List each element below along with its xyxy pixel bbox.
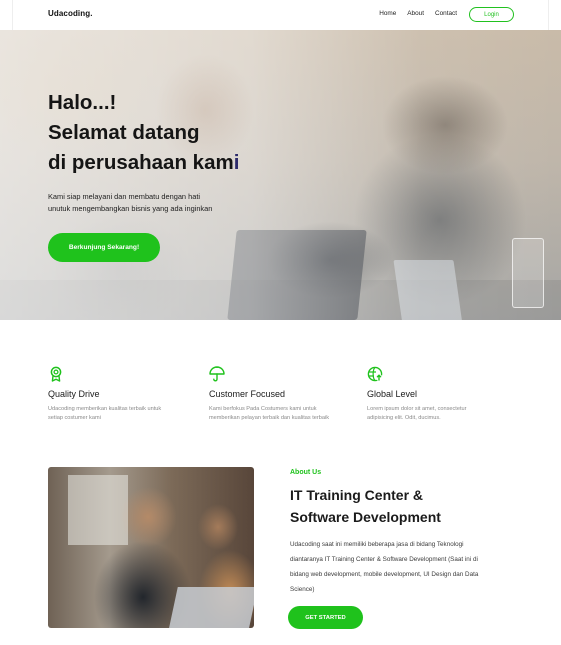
feature-customer-focused: Customer Focused Kami berfokus Pada Cost…: [209, 366, 349, 421]
about-image-laptop: [168, 587, 254, 628]
about-title: IT Training Center & Software Developmen…: [290, 484, 441, 528]
about-description: Udacoding saat ini memiliki beberapa jas…: [290, 541, 479, 593]
feature-quality-drive: Quality Drive Udacoding memberikan kuali…: [48, 366, 188, 421]
award-icon: [50, 366, 62, 382]
feature-description: Lorem ipsum dolor sit amet, consectetur …: [367, 406, 467, 421]
feature-description: Kami berfokus Pada Costumers kami untuk …: [209, 406, 330, 421]
hero-title-line-3-main: di perusahaan kam: [48, 151, 234, 174]
feature-description: Udacoding memberikan kualitas terbaik un…: [48, 406, 162, 421]
about-image-window: [68, 475, 128, 545]
login-button[interactable]: Login: [469, 7, 514, 22]
hero-title-line-1: Halo...!: [48, 91, 117, 114]
about-title-line-1: IT Training Center &: [290, 487, 424, 503]
feature-global-level: Global Level Lorem ipsum dolor sit amet,…: [367, 366, 507, 421]
nav-link-contact[interactable]: Contact: [435, 10, 457, 17]
feature-title: Customer Focused: [209, 389, 286, 399]
hero-title: Halo...! Selamat datang di perusahaan ka…: [48, 88, 239, 178]
hero-subtitle-line-1: Kami siap melayani dan membatu dengan ha…: [48, 192, 201, 201]
about-image: [48, 467, 254, 628]
hero-section: Halo...! Selamat datang di perusahaan ka…: [0, 30, 561, 320]
nav-link-about[interactable]: About: [407, 10, 424, 17]
feature-title: Quality Drive: [48, 389, 100, 399]
hero-subtitle-line-2: unutuk mengembangkan bisnis yang ada ing…: [48, 203, 213, 213]
get-started-button[interactable]: GET STARTED: [288, 606, 363, 629]
feature-title: Global Level: [367, 389, 418, 399]
hero-title-accent: i: [233, 151, 240, 174]
navbar: Udacoding. Home About Contact Login: [0, 0, 561, 30]
about-title-line-2: Software Development: [290, 509, 441, 525]
globe-upload-icon: [367, 366, 383, 382]
hero-title-line-3: di perusahaan kami: [48, 148, 239, 178]
umbrella-icon: [209, 366, 225, 382]
hero-subtitle: Kami siap melayani dan membatu dengan ha…: [48, 191, 268, 214]
nav-link-home[interactable]: Home: [379, 10, 396, 17]
about-tag: About Us: [290, 469, 322, 476]
hero-title-line-2: Selamat datang: [48, 121, 200, 144]
nav-links: Home About Contact: [379, 10, 457, 17]
brand-logo[interactable]: Udacoding.: [48, 9, 93, 18]
hero-cta-button[interactable]: Berkunjung Sekarang!: [48, 233, 160, 262]
